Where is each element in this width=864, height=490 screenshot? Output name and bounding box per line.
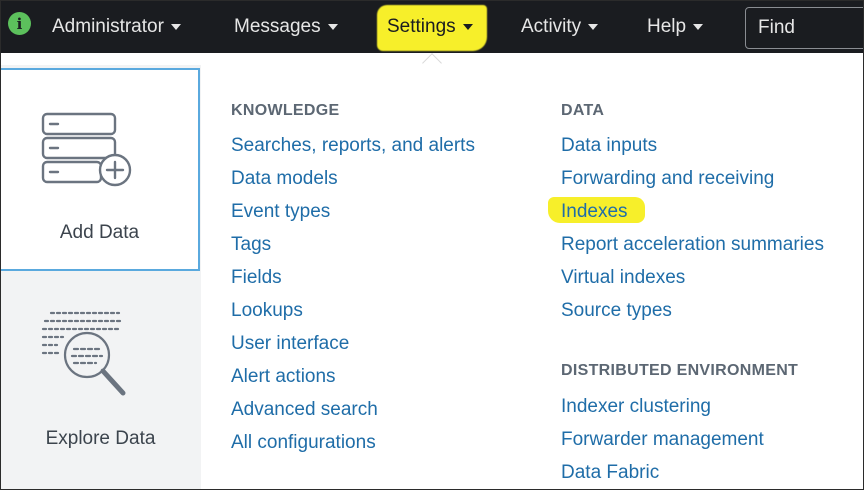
data-search-icon bbox=[41, 311, 126, 396]
nav-administrator[interactable]: Administrator bbox=[52, 1, 181, 53]
nav-administrator-label: Administrator bbox=[52, 16, 164, 37]
nav-help-label: Help bbox=[647, 16, 687, 37]
link-data-models[interactable]: Data models bbox=[231, 168, 338, 190]
settings-menu-screen: i Administrator Messages Settings Activi… bbox=[0, 0, 864, 490]
link-user-interface[interactable]: User interface bbox=[231, 333, 349, 355]
data-section-title: DATA bbox=[561, 102, 605, 119]
explore-data-label: Explore Data bbox=[45, 428, 156, 449]
nav-messages[interactable]: Messages bbox=[234, 1, 338, 53]
nav-messages-label: Messages bbox=[234, 16, 321, 37]
link-data-fabric[interactable]: Data Fabric bbox=[561, 462, 659, 484]
link-forwarder-management[interactable]: Forwarder management bbox=[561, 429, 764, 451]
knowledge-section-title: KNOWLEDGE bbox=[231, 102, 340, 119]
find-input[interactable] bbox=[745, 7, 863, 49]
dropdown-pointer bbox=[422, 53, 442, 73]
nav-activity-label: Activity bbox=[521, 16, 582, 37]
caret-down-icon bbox=[327, 24, 338, 30]
top-navigation-bar: i Administrator Messages Settings Activi… bbox=[1, 1, 863, 53]
link-event-types[interactable]: Event types bbox=[231, 201, 330, 223]
server-add-icon bbox=[41, 112, 132, 187]
info-icon[interactable]: i bbox=[8, 12, 31, 35]
link-alert-actions[interactable]: Alert actions bbox=[231, 366, 336, 388]
link-report-acceleration-summaries[interactable]: Report acceleration summaries bbox=[561, 234, 824, 256]
caret-down-icon bbox=[462, 24, 473, 30]
link-forwarding-receiving[interactable]: Forwarding and receiving bbox=[561, 168, 774, 190]
link-fields[interactable]: Fields bbox=[231, 267, 282, 289]
link-source-types[interactable]: Source types bbox=[561, 300, 672, 322]
link-data-inputs[interactable]: Data inputs bbox=[561, 135, 657, 157]
distributed-environment-section-title: DISTRIBUTED ENVIRONMENT bbox=[561, 362, 799, 379]
link-tags[interactable]: Tags bbox=[231, 234, 271, 256]
nav-settings-label: Settings bbox=[387, 16, 456, 37]
nav-activity[interactable]: Activity bbox=[521, 1, 599, 53]
link-lookups[interactable]: Lookups bbox=[231, 300, 303, 322]
link-advanced-search[interactable]: Advanced search bbox=[231, 399, 378, 421]
add-data-label: Add Data bbox=[59, 222, 140, 243]
nav-help[interactable]: Help bbox=[647, 1, 704, 53]
link-indexes[interactable]: Indexes bbox=[561, 201, 628, 223]
link-searches-reports-alerts[interactable]: Searches, reports, and alerts bbox=[231, 135, 475, 157]
caret-down-icon bbox=[588, 24, 599, 30]
explore-data-tile[interactable]: Explore Data bbox=[1, 276, 200, 476]
caret-down-icon bbox=[170, 24, 181, 30]
caret-down-icon bbox=[693, 24, 704, 30]
link-all-configurations[interactable]: All configurations bbox=[231, 432, 376, 454]
nav-settings[interactable]: Settings bbox=[387, 1, 473, 53]
link-indexer-clustering[interactable]: Indexer clustering bbox=[561, 396, 711, 418]
add-data-tile[interactable]: Add Data bbox=[1, 68, 200, 271]
link-virtual-indexes[interactable]: Virtual indexes bbox=[561, 267, 685, 289]
